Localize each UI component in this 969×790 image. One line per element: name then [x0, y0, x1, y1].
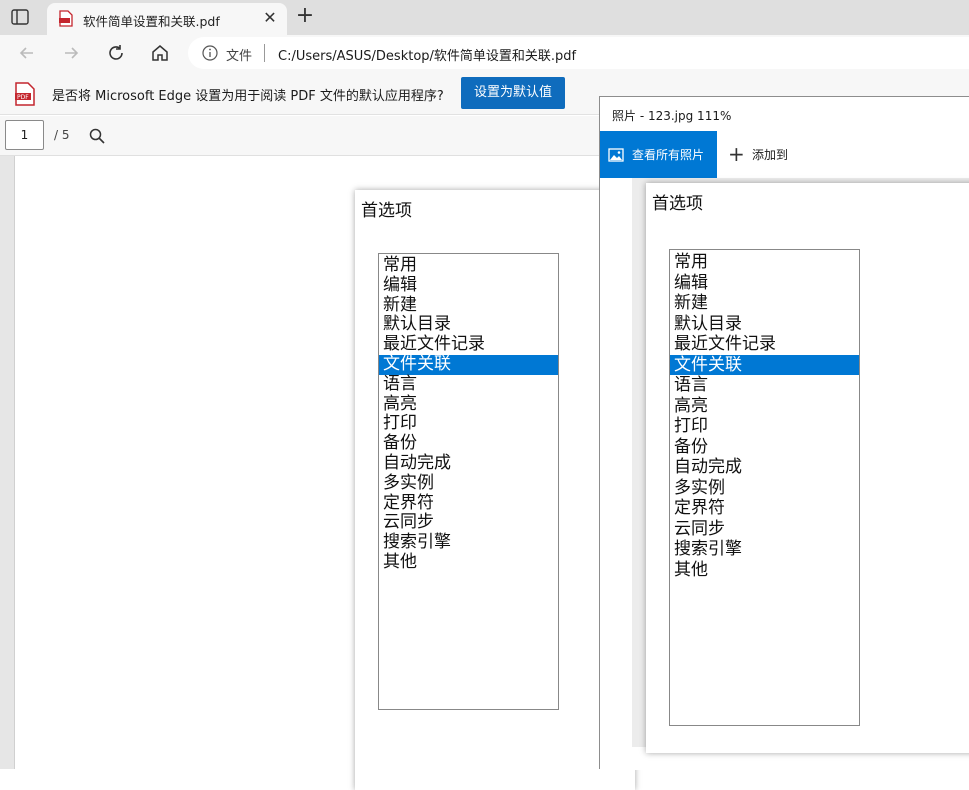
preferences-list-item: 多实例 — [383, 472, 434, 493]
view-all-photos-label: 查看所有照片 — [632, 148, 705, 162]
preferences-list-item: 最近文件记录 — [383, 334, 485, 355]
dialog-title: 首选项 — [361, 201, 412, 221]
preferences-dialog-image: 首选项 常用 编辑 新建 默认目录 最近文件记录 文件关联 语言 高亮 打印 备份 自动完成 多实例定… — [355, 190, 635, 790]
svg-text:PDF: PDF — [17, 94, 29, 101]
preferences-list-item: 语言 — [383, 373, 417, 394]
preferences-list-item: 文件关联 — [379, 354, 558, 375]
address-bar[interactable]: 文件 C:/Users/ASUS/Desktop/软件简单设置和关联.pdf — [188, 37, 969, 69]
preferences-list-item: 其他 — [383, 551, 417, 572]
photo-image: 首选项 常用 编辑 新建 默认目录 最近文件记录 文件关联 语言 高亮 打印 备份 自动完成 多实例定… — [632, 178, 969, 753]
preferences-list-item: 常用 — [674, 252, 708, 272]
navigation-bar: 文件 C:/Users/ASUS/Desktop/软件简单设置和关联.pdf — [0, 35, 969, 71]
preferences-list-item: 编辑 — [383, 274, 417, 295]
photo-canvas[interactable]: 首选项 常用 编辑 新建 默认目录 最近文件记录 文件关联 语言 高亮 打印 备份 自动完成 多实例定… — [600, 178, 969, 770]
forward-icon[interactable] — [58, 40, 84, 66]
address-scheme: 文件 — [226, 49, 253, 64]
preferences-list-item: 默认目录 — [674, 313, 742, 334]
photos-titlebar: 照片 - 123.jpg 111% — [600, 97, 969, 131]
tab-title: 软件简单设置和关联.pdf — [83, 14, 220, 29]
refresh-icon[interactable] — [103, 40, 129, 66]
info-icon[interactable] — [202, 45, 218, 61]
set-default-button[interactable]: 设置为默认值 — [461, 77, 565, 109]
pdf-file-icon: PDF — [15, 82, 35, 106]
preferences-list-item: 定界符 — [383, 492, 434, 513]
preferences-list-item: 自动完成 — [674, 457, 742, 477]
preferences-list-item: 编辑 — [674, 272, 708, 293]
total-pages: / 5 — [54, 128, 70, 142]
infobar-message: 是否将 Microsoft Edge 设置为用于阅读 PDF 文件的默认应用程序… — [52, 89, 444, 104]
preferences-list-item: 最近文件记录 — [674, 334, 776, 354]
preferences-list-item: 自动完成 — [383, 452, 451, 473]
plus-icon: + — [728, 142, 745, 166]
preferences-list-item: 文件关联 — [670, 354, 859, 375]
preferences-list-item: 新建 — [674, 293, 708, 313]
preferences-list-item: 打印 — [383, 413, 417, 434]
preferences-list-item: 云同步 — [383, 512, 434, 533]
preferences-list-item: 打印 — [674, 416, 708, 436]
tab-strip: 软件简单设置和关联.pdf ✕ + — [0, 0, 969, 35]
preferences-list-item: 备份 — [383, 433, 417, 454]
tab-pdf[interactable]: 软件简单设置和关联.pdf ✕ — [47, 3, 287, 35]
tab-actions-icon[interactable] — [10, 8, 30, 26]
preferences-list-item: 新建 — [383, 294, 417, 315]
preferences-list-item: 其他 — [674, 559, 708, 580]
photos-toolbar: 查看所有照片 + 添加到 — [600, 131, 969, 178]
photos-window: 照片 - 123.jpg 111% 查看所有照片 + 添加到 首选项 常用 编辑新… — [599, 96, 969, 770]
pdf-file-icon — [59, 10, 73, 27]
search-icon[interactable] — [88, 127, 106, 145]
tab-close-icon[interactable]: ✕ — [261, 9, 279, 27]
preferences-dialog-image: 首选项 常用 编辑 新建 默认目录 最近文件记录 文件关联 语言 高亮 打印 备份 自动完成 多实例定… — [646, 183, 969, 753]
preferences-list-item: 默认目录 — [383, 314, 451, 335]
view-all-photos-button[interactable]: 查看所有照片 — [600, 131, 717, 178]
preferences-list-item: 高亮 — [674, 395, 708, 416]
home-icon[interactable] — [147, 40, 173, 66]
back-icon[interactable] — [14, 40, 40, 66]
preferences-list-item: 备份 — [674, 436, 708, 457]
preferences-list: 常用 编辑 新建 默认目录 最近文件记录 文件关联 语言 高亮 打印 备份 自动完成 多实例 定界符 云同… — [669, 249, 860, 726]
preferences-list-item: 云同步 — [674, 518, 725, 539]
address-divider — [264, 44, 265, 62]
preferences-list-item: 高亮 — [383, 393, 417, 414]
page-number-input[interactable]: 1 — [5, 120, 44, 150]
preferences-list-item: 定界符 — [674, 498, 725, 518]
preferences-list-item: 语言 — [674, 375, 708, 395]
new-tab-button[interactable]: + — [294, 5, 316, 27]
dialog-title: 首选项 — [652, 194, 703, 214]
preferences-list-item: 常用 — [383, 255, 417, 275]
preferences-list-item: 搜索引擎 — [383, 532, 451, 553]
address-url[interactable]: C:/Users/ASUS/Desktop/软件简单设置和关联.pdf — [278, 45, 576, 64]
add-to-label: 添加到 — [752, 148, 789, 162]
preferences-list-item: 多实例 — [674, 477, 725, 498]
preferences-list-item: 搜索引擎 — [674, 539, 742, 559]
photos-title: 照片 - 123.jpg 111% — [612, 109, 732, 123]
preferences-list: 常用 编辑 新建 默认目录 最近文件记录 文件关联 语言 高亮 打印 备份 自动完成 多实例 定界符 云同… — [378, 253, 559, 710]
photo-icon — [608, 147, 624, 162]
